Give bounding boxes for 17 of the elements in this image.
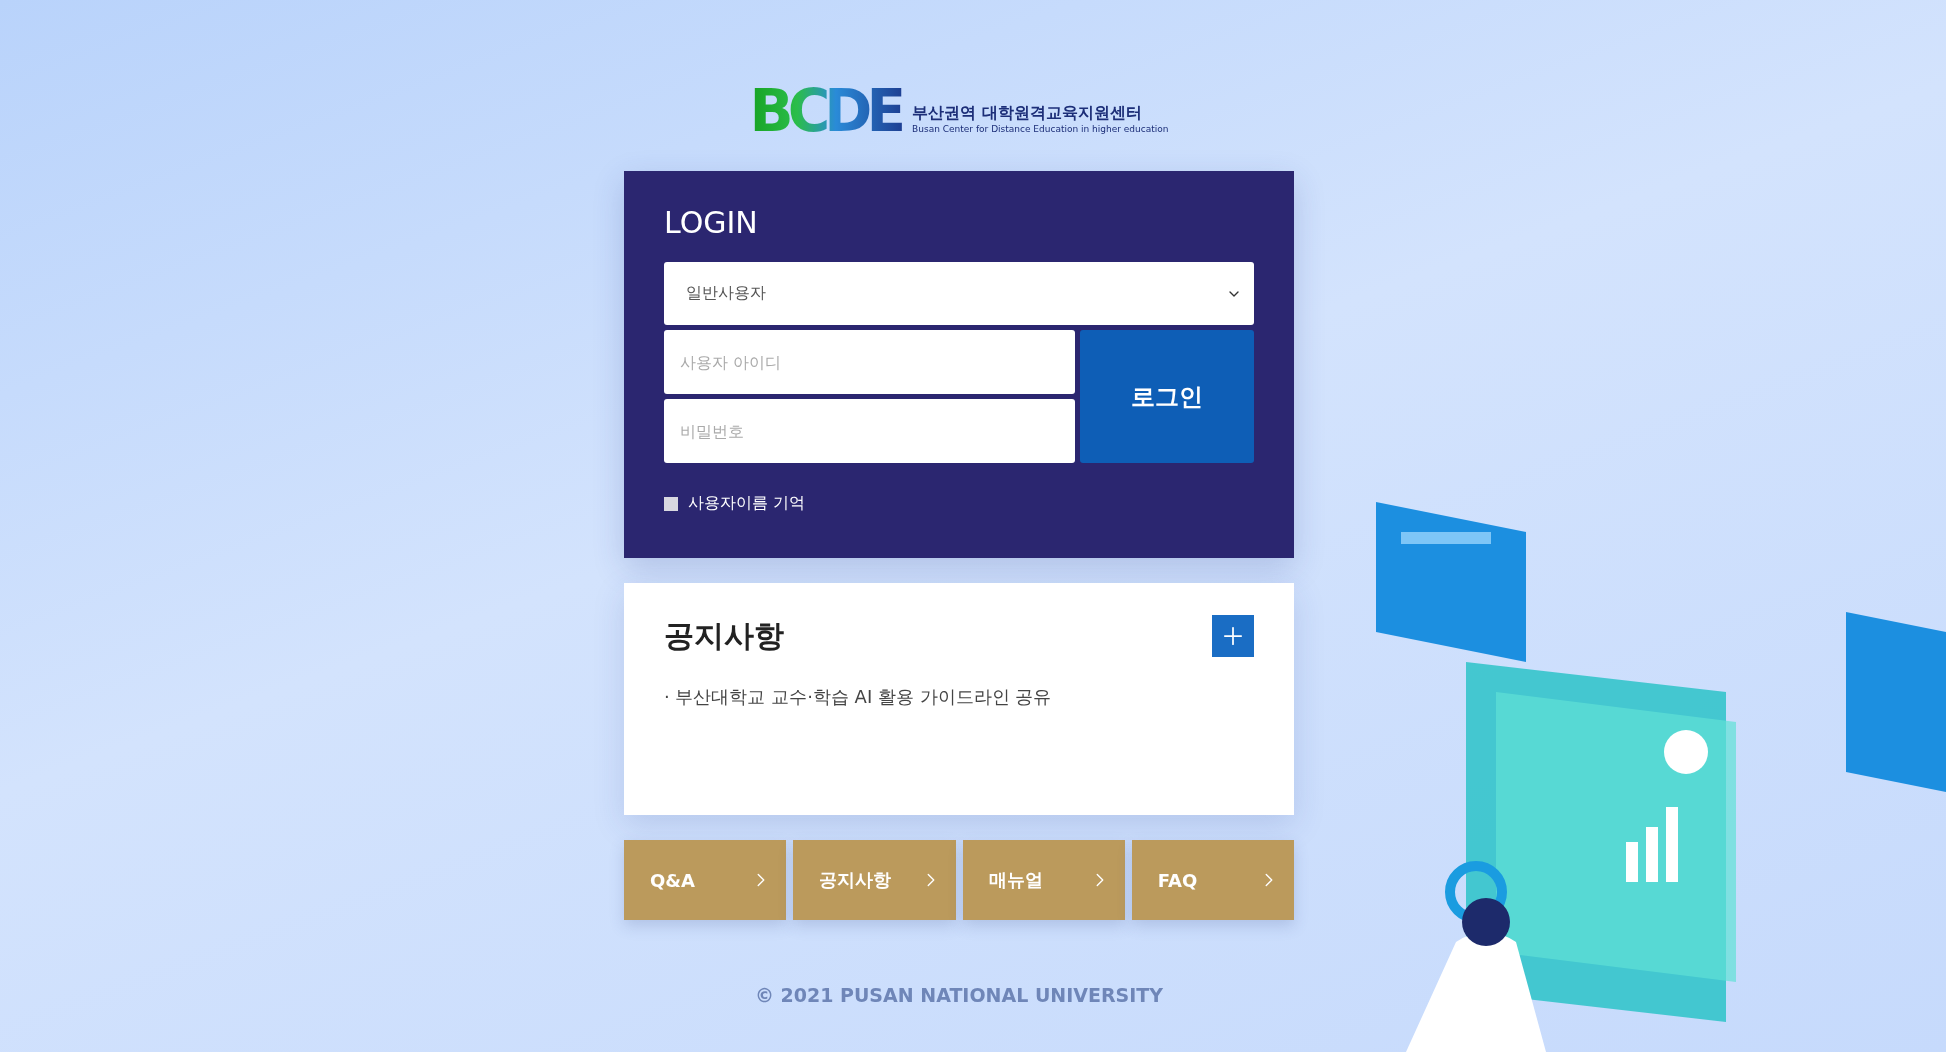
remember-checkbox[interactable] [664,496,678,511]
login-title: LOGIN [664,205,758,240]
logo-subtitle: Busan Center for Distance Education in higher education [912,124,1169,134]
notice-item-link[interactable]: · 부산대학교 교수·학습 AI 활용 가이드라인 공유 [664,685,1052,709]
quick-link-button[interactable]: Q&A [624,840,787,920]
quick-link-button[interactable]: 공지사항 [793,840,956,920]
logo-title: 부산권역 대학원격교육지원센터 [912,103,1143,124]
quick-link-button[interactable]: FAQ [1131,840,1294,920]
quick-link-button[interactable]: 매뉴얼 [962,840,1125,920]
password-field[interactable]: 비밀번호 [664,399,1075,463]
login-button[interactable]: 로그인 [1080,330,1254,463]
user-id-field[interactable]: 사용자 아이디 [664,330,1075,394]
copyright-text: © 2021 PUSAN NATIONAL UNIVERSITY [754,984,1164,1006]
more-button[interactable] [1212,615,1254,657]
remember-label: 사용자이름 기억 [688,493,806,514]
notice-title: 공지사항 [664,616,784,655]
user-type-select[interactable]: 일반사용자 [664,262,1254,325]
